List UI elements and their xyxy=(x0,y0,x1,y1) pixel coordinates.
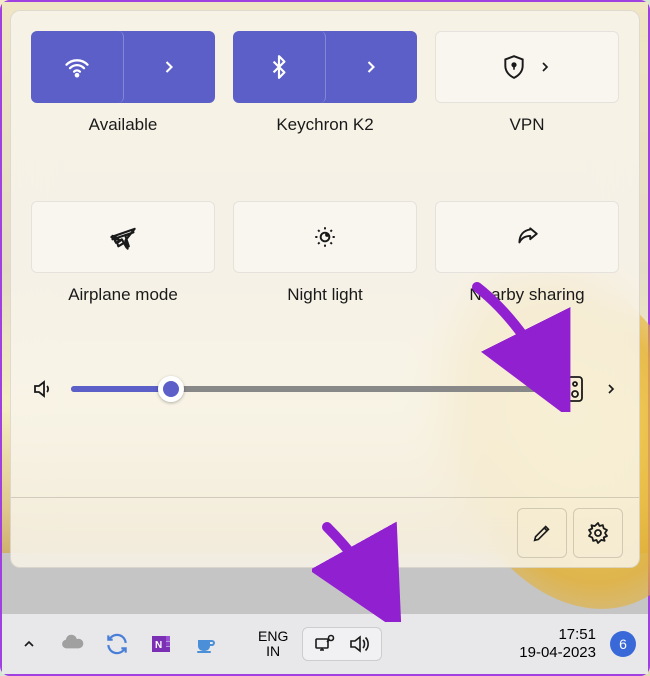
wifi-expand[interactable] xyxy=(124,31,216,103)
bluetooth-tile[interactable] xyxy=(233,31,417,103)
quick-settings-panel: Available Keychron K2 xyxy=(10,10,640,568)
vpn-label: VPN xyxy=(510,115,545,135)
bluetooth-label: Keychron K2 xyxy=(276,115,373,135)
pencil-icon xyxy=(531,522,553,544)
quick-tiles-grid: Available Keychron K2 xyxy=(31,31,619,305)
chevron-right-icon xyxy=(537,59,553,75)
airplane-mode-label: Airplane mode xyxy=(68,285,178,305)
onenote-icon[interactable]: N xyxy=(146,629,176,659)
wifi-tile[interactable] xyxy=(31,31,215,103)
chevron-right-icon xyxy=(159,57,179,77)
language-indicator[interactable]: ENG IN xyxy=(258,629,288,660)
volume-row xyxy=(31,375,619,403)
taskbar: N ENG IN 17:51 19-04-2023 6 xyxy=(2,614,648,674)
volume-icon[interactable] xyxy=(31,377,55,401)
share-icon xyxy=(514,224,540,250)
gear-icon xyxy=(586,521,610,545)
network-icon xyxy=(313,632,337,656)
edit-button[interactable] xyxy=(517,508,567,558)
onedrive-icon[interactable] xyxy=(58,629,88,659)
clock[interactable]: 17:51 19-04-2023 xyxy=(519,626,596,662)
system-tray-area[interactable] xyxy=(302,627,382,661)
svg-text:N: N xyxy=(155,640,162,651)
chevron-right-icon xyxy=(361,57,381,77)
lang-bottom: IN xyxy=(266,644,280,659)
chevron-right-icon[interactable] xyxy=(603,381,619,397)
brightness-icon xyxy=(312,224,338,250)
airplane-icon xyxy=(109,223,137,251)
vpn-tile[interactable] xyxy=(435,31,619,103)
quick-footer xyxy=(11,497,639,567)
wifi-icon xyxy=(63,53,91,81)
volume-fill xyxy=(71,386,171,392)
time-text: 17:51 xyxy=(558,626,596,644)
airplane-mode-tile[interactable] xyxy=(31,201,215,273)
lang-top: ENG xyxy=(258,629,288,644)
sync-icon[interactable] xyxy=(102,629,132,659)
nearby-sharing-label: Nearby sharing xyxy=(469,285,584,305)
night-light-tile[interactable] xyxy=(233,201,417,273)
night-light-label: Night light xyxy=(287,285,363,305)
volume-tray-icon xyxy=(347,632,371,656)
settings-button[interactable] xyxy=(573,508,623,558)
bluetooth-icon xyxy=(266,54,292,80)
wifi-label: Available xyxy=(89,115,158,135)
notification-badge[interactable]: 6 xyxy=(610,631,636,657)
wifi-toggle[interactable] xyxy=(31,31,124,103)
shield-lock-icon xyxy=(501,54,527,80)
volume-slider[interactable] xyxy=(71,386,547,392)
app-cup-icon[interactable] xyxy=(190,629,220,659)
bluetooth-toggle[interactable] xyxy=(233,31,326,103)
sound-output-button[interactable] xyxy=(563,375,587,403)
overflow-chevron[interactable] xyxy=(14,629,44,659)
nearby-sharing-tile[interactable] xyxy=(435,201,619,273)
bluetooth-expand[interactable] xyxy=(326,31,418,103)
date-text: 19-04-2023 xyxy=(519,644,596,662)
volume-thumb[interactable] xyxy=(158,376,184,402)
